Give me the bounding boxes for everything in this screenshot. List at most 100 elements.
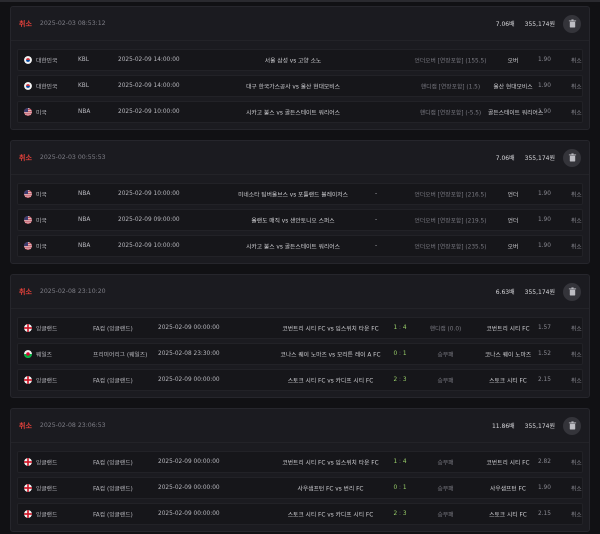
country: 잉글랜드 <box>36 326 58 333</box>
country: 웨일즈 <box>36 352 52 359</box>
match-date: 2025-02-09 10:00:00 <box>118 243 180 249</box>
league: NBA <box>78 109 91 115</box>
league: NBA <box>78 243 91 249</box>
bet-history-page: 취소 2025-02-03 08:53:12 7.06배 355,174원 대한민국 KB… <box>0 0 600 534</box>
bet-amount: 355,174원 <box>524 289 555 296</box>
bet-rows: 대한민국 KBL 2025-02-09 14:00:00 서울 삼성 vs 고양 소노… <box>11 41 589 129</box>
bet-rows: 잉글랜드 FA컵 (잉글랜드) 2025-02-09 00:00:00 코번트리 시티… <box>11 443 589 531</box>
slip-timestamp: 2025-02-08 23:10:20 <box>39 288 106 295</box>
match-score: 1 : 4 <box>390 459 410 465</box>
bet-pick: 오버 <box>507 58 519 65</box>
total-odds: 6.63배 <box>495 289 515 296</box>
bet-market: 언더오버 [연장포함] (216.5) <box>414 192 487 199</box>
match-date: 2025-02-09 14:00:00 <box>118 57 180 63</box>
match-date: 2025-02-09 10:00:00 <box>118 109 180 115</box>
match-date: 2025-02-09 00:00:00 <box>158 459 220 465</box>
league: KBL <box>78 83 90 89</box>
bet-market: 승무패 <box>437 486 454 493</box>
status-badge: 취소 <box>19 153 32 162</box>
row-status: 취소 <box>571 84 582 91</box>
match-date: 2025-02-09 00:00:00 <box>158 511 220 517</box>
delete-button[interactable] <box>563 148 581 167</box>
slip-timestamp: 2025-02-08 23:06:53 <box>39 422 106 429</box>
league: KBL <box>78 57 90 63</box>
delete-button[interactable] <box>563 282 581 301</box>
away-score: 3 <box>402 377 407 383</box>
league: NBA <box>78 191 91 197</box>
total-odds: 7.06배 <box>495 21 515 28</box>
row-status: 취소 <box>571 244 582 251</box>
country: 잉글랜드 <box>36 378 58 385</box>
row-status: 취소 <box>571 352 582 359</box>
league: FA컵 (잉글랜드) <box>93 512 133 519</box>
table-row: 잉글랜드 FA컵 (잉글랜드) 2025-02-09 00:00:00 코번트리 시티… <box>17 317 583 339</box>
away-score: 1 <box>402 351 407 357</box>
match-score: - <box>375 191 378 197</box>
bet-pick: 오버 <box>507 244 519 251</box>
bet-market: 핸디캡 (0.0) <box>429 326 462 333</box>
bet-odds: 1.57 <box>538 325 551 331</box>
league: NBA <box>78 217 91 223</box>
bet-pick: 언더 <box>507 218 519 225</box>
slip-header: 취소 2025-02-08 23:06:53 11.86배 355,174원 <box>11 409 589 443</box>
en-flag-icon <box>24 376 32 384</box>
kr-flag-icon <box>24 82 32 90</box>
bet-slip-list: 취소 2025-02-03 08:53:12 7.06배 355,174원 대한민국 KB… <box>10 6 590 532</box>
match-score: 0 : 1 <box>390 485 410 491</box>
table-row: 잉글랜드 FA컵 (잉글랜드) 2025-02-09 00:00:00 코번트리 시티… <box>17 451 583 473</box>
table-row: 미국 NBA 2025-02-09 09:00:00 올랜도 매직 vs 샌안토니오 … <box>17 209 583 231</box>
row-status: 취소 <box>571 110 582 117</box>
country: 잉글랜드 <box>36 486 58 493</box>
bet-pick: 코번트리 시티 FC <box>486 326 530 333</box>
trash-icon <box>568 19 576 28</box>
row-status: 취소 <box>571 192 582 199</box>
country: 미국 <box>36 192 47 199</box>
match-name: 올랜도 매직 vs 샌안토니오 스퍼스 <box>251 218 335 225</box>
table-row: 미국 NBA 2025-02-09 10:00:00 시카고 불스 vs 골든스테이트… <box>17 235 583 257</box>
match-name: 시카고 불스 vs 골든스테이트 워리어스 <box>246 110 340 117</box>
league: FA컵 (잉글랜드) <box>93 378 133 385</box>
bet-odds: 1.90 <box>538 109 551 115</box>
bet-pick: 스토크 시티 FC <box>489 512 527 519</box>
slip-header: 취소 2025-02-03 00:55:53 7.06배 355,174원 <box>11 141 589 175</box>
table-row: 잉글랜드 FA컵 (잉글랜드) 2025-02-09 00:00:00 사우샘프턴 F… <box>17 477 583 499</box>
row-status: 취소 <box>571 378 582 385</box>
match-name: 사우샘프턴 FC vs 번리 FC <box>297 486 364 493</box>
us-flag-icon <box>24 108 32 116</box>
match-name: 코번트리 시티 FC vs 임스위치 타운 FC <box>282 326 379 333</box>
bet-market: 승무패 <box>437 378 454 385</box>
bet-market: 언더오버 [연장포함] (155.5) <box>414 58 487 65</box>
bet-pick: 언더 <box>507 192 519 199</box>
match-date: 2025-02-09 00:00:00 <box>158 485 220 491</box>
status-badge: 취소 <box>19 421 32 430</box>
row-status: 취소 <box>571 218 582 225</box>
match-score: - <box>375 217 378 223</box>
match-name: 시카고 불스 vs 골든스테이트 워리어스 <box>246 244 340 251</box>
row-status: 취소 <box>571 460 582 467</box>
row-status: 취소 <box>571 326 582 333</box>
status-badge: 취소 <box>19 19 32 28</box>
delete-button[interactable] <box>563 14 581 33</box>
bet-odds: 1.90 <box>538 485 551 491</box>
match-name: 미네소타 팀버울브스 vs 포틀랜드 블레이저스 <box>238 192 348 199</box>
slip-timestamp: 2025-02-03 00:55:53 <box>39 154 106 161</box>
total-odds: 11.86배 <box>491 423 515 430</box>
trash-icon <box>568 421 576 430</box>
league: FA컵 (잉글랜드) <box>93 460 133 467</box>
bet-pick: 골든스테이트 워리어스 <box>488 110 544 117</box>
country: 잉글랜드 <box>36 512 58 519</box>
bet-market: 핸디캡 [연장포함] (1.5) <box>420 84 481 91</box>
away-score: 4 <box>402 459 407 465</box>
trash-icon <box>568 153 576 162</box>
away-score: 1 <box>402 485 407 491</box>
delete-button[interactable] <box>563 416 581 435</box>
country: 미국 <box>36 110 47 117</box>
league: FA컵 (잉글랜드) <box>93 326 133 333</box>
match-date: 2025-02-09 00:00:00 <box>158 377 220 383</box>
table-row: 잉글랜드 FA컵 (잉글랜드) 2025-02-09 00:00:00 스토크 시티 … <box>17 369 583 391</box>
bet-odds: 1.52 <box>538 351 551 357</box>
row-status: 취소 <box>571 512 582 519</box>
bet-slip-card: 취소 2025-02-08 23:10:20 6.63배 355,174원잉글랜드 FA… <box>10 274 590 398</box>
table-row: 대한민국 KBL 2025-02-09 14:00:00 대구 한국가스공사 vs 울… <box>17 75 583 97</box>
en-flag-icon <box>24 510 32 518</box>
